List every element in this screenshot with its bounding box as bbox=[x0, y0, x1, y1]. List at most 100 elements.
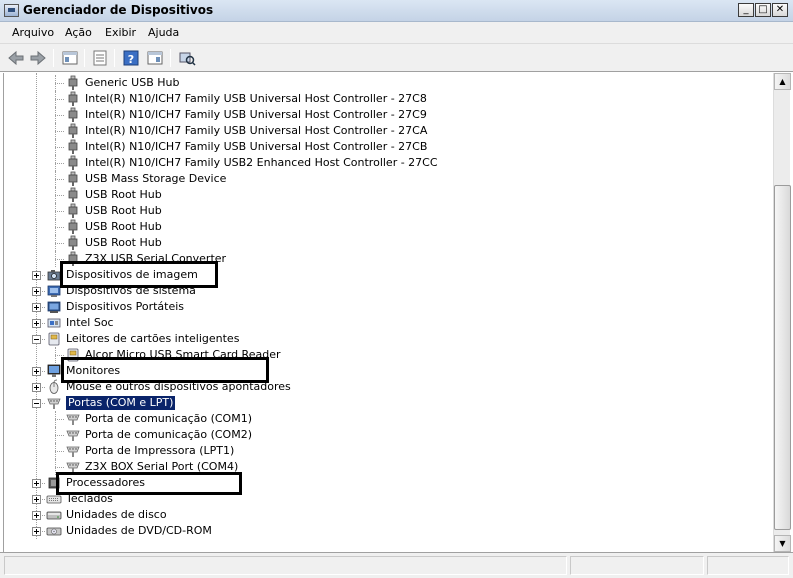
usb-plug-icon bbox=[65, 219, 81, 235]
expand-icon[interactable] bbox=[32, 287, 41, 296]
tree-connector bbox=[55, 163, 64, 164]
processor-icon bbox=[46, 475, 62, 491]
tree-item-label: Intel(R) N10/ICH7 Family USB Universal H… bbox=[85, 140, 428, 153]
tree-branch-line bbox=[55, 459, 56, 475]
tree-connector bbox=[55, 195, 64, 196]
minimize-button[interactable]: _ bbox=[738, 3, 754, 17]
scroll-thumb[interactable] bbox=[774, 185, 791, 530]
toolbar-separator bbox=[114, 49, 115, 67]
menu-acao[interactable]: Ação bbox=[65, 26, 92, 39]
expand-icon[interactable] bbox=[32, 383, 41, 392]
expand-icon[interactable] bbox=[32, 319, 41, 328]
tree-item-label: USB Root Hub bbox=[85, 220, 162, 233]
expand-icon[interactable] bbox=[32, 479, 41, 488]
tree-item-label: Intel(R) N10/ICH7 Family USB2 Enhanced H… bbox=[85, 156, 438, 169]
tree-item-label: Monitores bbox=[66, 364, 121, 377]
tree-connector bbox=[55, 435, 64, 436]
tree-connector bbox=[55, 99, 64, 100]
tree-item-label: Porta de comunicação (COM1) bbox=[85, 412, 252, 425]
collapse-icon[interactable] bbox=[32, 335, 41, 344]
forward-arrow-icon[interactable] bbox=[28, 48, 48, 68]
keyboard-icon bbox=[46, 491, 62, 507]
tree-item-label: USB Root Hub bbox=[85, 188, 162, 201]
tree-branch-line bbox=[55, 171, 56, 187]
tree-item-label: Processadores bbox=[66, 476, 145, 489]
tree-item-label: Dispositivos de sistema bbox=[66, 284, 196, 297]
title-bar[interactable]: Gerenciador de Dispositivos _ □ ✕ bbox=[0, 0, 793, 22]
port-icon bbox=[65, 411, 81, 427]
properties-icon[interactable] bbox=[90, 48, 110, 68]
expand-icon[interactable] bbox=[32, 367, 41, 376]
back-arrow-icon[interactable] bbox=[6, 48, 26, 68]
collapse-icon[interactable] bbox=[32, 399, 41, 408]
usb-plug-icon bbox=[65, 251, 81, 267]
tree-branch-line bbox=[55, 187, 56, 203]
vertical-scrollbar[interactable]: ▲ ▼ bbox=[773, 73, 791, 552]
device-view-icon[interactable] bbox=[145, 48, 165, 68]
usb-plug-icon bbox=[65, 91, 81, 107]
smart-card-reader-icon bbox=[46, 331, 62, 347]
tree-branch-line bbox=[55, 235, 56, 251]
tree-connector bbox=[55, 419, 64, 420]
expand-icon[interactable] bbox=[32, 271, 41, 280]
disk-drive-icon bbox=[46, 507, 62, 523]
tree-item-label: Teclados bbox=[66, 492, 113, 505]
tree-item-label: USB Root Hub bbox=[85, 236, 162, 249]
scroll-up-button[interactable]: ▲ bbox=[774, 73, 791, 90]
tree-item-label: Unidades de DVD/CD-ROM bbox=[66, 524, 212, 537]
tree-item-label: Dispositivos de imagem bbox=[66, 268, 198, 281]
tree-branch-line bbox=[55, 427, 56, 443]
tree-connector bbox=[55, 179, 64, 180]
tree-branch-line bbox=[55, 91, 56, 107]
portable-device-icon bbox=[46, 299, 62, 315]
tree-branch-line bbox=[55, 219, 56, 235]
expand-icon[interactable] bbox=[32, 527, 41, 536]
tree-item-label: Intel(R) N10/ICH7 Family USB Universal H… bbox=[85, 92, 427, 105]
tree-branch-line bbox=[55, 123, 56, 139]
tree-item-label: Porta de Impressora (LPT1) bbox=[85, 444, 235, 457]
tree-item-label: Z3X BOX Serial Port (COM4) bbox=[85, 460, 239, 473]
menu-exibir[interactable]: Exibir bbox=[105, 26, 136, 39]
tree-branch-line bbox=[55, 139, 56, 155]
usb-plug-icon bbox=[65, 123, 81, 139]
console-tree-icon[interactable] bbox=[60, 48, 80, 68]
tree-item-label: Unidades de disco bbox=[66, 508, 167, 521]
tree-item-label: Intel(R) N10/ICH7 Family USB Universal H… bbox=[85, 108, 427, 121]
scroll-down-button[interactable]: ▼ bbox=[774, 535, 791, 552]
tree-item-label: Dispositivos Portáteis bbox=[66, 300, 185, 313]
help-icon[interactable]: ? bbox=[121, 48, 141, 68]
mouse-icon bbox=[46, 379, 62, 395]
menu-ajuda[interactable]: Ajuda bbox=[148, 26, 179, 39]
menu-bar: Arquivo Ação Exibir Ajuda bbox=[0, 22, 793, 44]
toolbar-separator bbox=[53, 49, 54, 67]
port-icon bbox=[65, 459, 81, 475]
usb-plug-icon bbox=[65, 203, 81, 219]
tree-branch-line bbox=[55, 251, 56, 267]
usb-plug-icon bbox=[65, 187, 81, 203]
usb-plug-icon bbox=[65, 75, 81, 91]
svg-text:?: ? bbox=[128, 53, 134, 66]
menu-arquivo[interactable]: Arquivo bbox=[12, 26, 54, 39]
expand-icon[interactable] bbox=[32, 495, 41, 504]
usb-plug-icon bbox=[65, 155, 81, 171]
tree-connector bbox=[55, 243, 64, 244]
tree-branch-line bbox=[55, 155, 56, 171]
expand-icon[interactable] bbox=[32, 303, 41, 312]
tree-branch-line bbox=[55, 443, 56, 459]
tree-item-label: Generic USB Hub bbox=[85, 76, 180, 89]
monitor-icon bbox=[46, 363, 62, 379]
device-manager-app-icon[interactable] bbox=[4, 4, 19, 17]
device-tree[interactable]: Generic USB Hub Intel(R) N10/ICH7 Family … bbox=[3, 73, 773, 552]
status-bar bbox=[0, 552, 793, 578]
status-cell-main bbox=[4, 556, 567, 575]
expand-icon[interactable] bbox=[32, 511, 41, 520]
scan-hardware-icon[interactable] bbox=[177, 48, 197, 68]
port-icon bbox=[65, 427, 81, 443]
tree-item-label: Portas (COM e LPT) bbox=[64, 395, 177, 411]
maximize-button[interactable]: □ bbox=[755, 3, 771, 17]
tree-branch-line bbox=[55, 347, 56, 363]
tree-connector bbox=[55, 259, 64, 260]
tree-item-label: Intel Soc bbox=[66, 316, 114, 329]
tree-connector bbox=[55, 211, 64, 212]
close-button[interactable]: ✕ bbox=[772, 3, 788, 17]
